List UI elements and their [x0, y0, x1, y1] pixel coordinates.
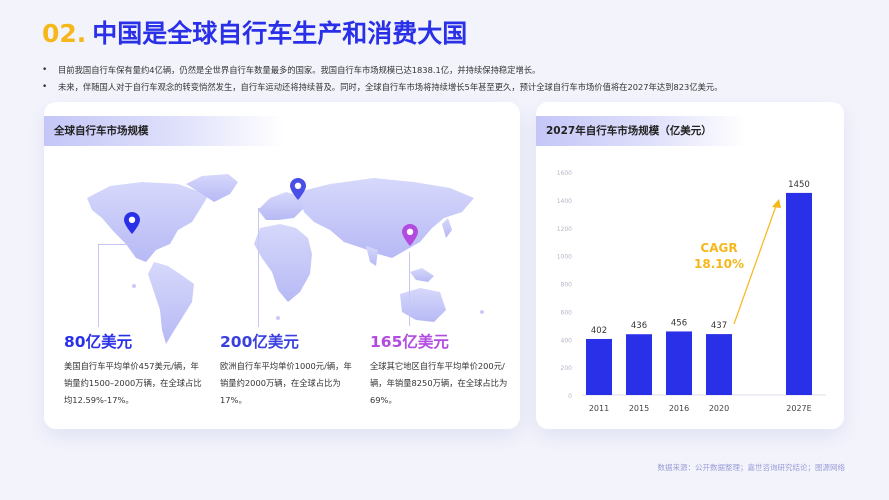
y-tick-label: 600 — [561, 309, 573, 316]
x-tick-label: 2020 — [709, 404, 729, 413]
stat-us: 80亿美元 美国自行车平均单价457美元/辆，年销量约1500–2000万辆，在… — [64, 330, 204, 409]
market-size-bar-chart: 0 200 400 600 800 1000 1200 1400 1600 402 2011 436 2… — [557, 170, 826, 413]
global-market-card-title: 全球自行车市场规模 — [44, 116, 284, 146]
x-tick-label: 2015 — [629, 404, 649, 413]
bar — [626, 334, 652, 395]
page-title: 02. 中国是全球自行车生产和消费大国 — [42, 14, 467, 50]
bar-value-label: 1450 — [788, 180, 810, 190]
eu-leader-line — [258, 208, 299, 327]
y-tick-label: 1400 — [557, 198, 572, 205]
y-tick-label: 1000 — [557, 254, 572, 261]
us-location-pin-icon — [124, 212, 140, 234]
bar — [586, 338, 612, 395]
stat-value: 200亿美元 — [220, 333, 299, 351]
cagr-label: CAGR — [700, 241, 737, 255]
stat-description: 全球其它地区自行车平均单价200元/辆，年销量8250万辆，在全球占比为69%。 — [370, 361, 508, 405]
y-tick-label: 1200 — [557, 226, 572, 233]
bar — [786, 192, 812, 395]
y-tick-label: 0 — [568, 393, 572, 400]
other-leader-line — [409, 252, 410, 326]
summary-bullets: 目前我国自行车保有量约4亿辆，仍然是全世界自行车数量最多的国家。我国自行车市场规… — [42, 62, 862, 96]
market-size-chart-card: 2027年自行车市场规模（亿美元） 0 200 400 600 800 1000 1200 1… — [536, 102, 844, 429]
bar-value-label: 402 — [591, 326, 607, 336]
stat-other: 165亿美元 全球其它地区自行车平均单价200元/辆，年销量8250万辆，在全球… — [370, 330, 510, 409]
data-source-note: 数据来源：公开数据整理；嘉世咨询研究结论；图源网络 — [657, 463, 846, 472]
global-market-card: 全球自行车市场规模 80亿美元 美国自行车平均单价457美元/辆，年销量约150… — [44, 102, 520, 429]
bar — [706, 334, 732, 395]
bar-value-label: 437 — [711, 321, 727, 331]
eu-location-pin-icon — [290, 178, 306, 200]
bar-value-label: 456 — [671, 318, 687, 328]
bar — [666, 331, 692, 395]
x-tick-label: 2016 — [669, 404, 689, 413]
bar-value-label: 436 — [631, 321, 647, 331]
cagr-value: 18.10% — [694, 257, 744, 271]
other-location-pin-icon — [402, 224, 418, 246]
chart-card-title: 2027年自行车市场规模（亿美元） — [536, 116, 746, 146]
x-tick-label: 2027E — [786, 404, 811, 413]
y-tick-label: 1600 — [557, 170, 572, 177]
us-leader-line — [98, 244, 129, 327]
stat-description: 欧洲自行车平均单价1000元/辆，年销量约2000万辆，在全球占比为17%。 — [220, 361, 352, 405]
y-tick-label: 800 — [561, 282, 573, 289]
bullet-item: 目前我国自行车保有量约4亿辆，仍然是全世界自行车数量最多的国家。我国自行车市场规… — [42, 62, 862, 79]
y-tick-label: 400 — [561, 337, 573, 344]
y-tick-label: 200 — [561, 365, 573, 372]
section-number: 02. — [42, 19, 87, 48]
stat-value: 165亿美元 — [370, 333, 449, 351]
stat-description: 美国自行车平均单价457美元/辆，年销量约1500–2000万辆，在全球占比均1… — [64, 361, 202, 405]
stat-value: 80亿美元 — [64, 333, 133, 351]
x-tick-label: 2011 — [589, 404, 609, 413]
cagr-arrow-head-icon — [772, 199, 781, 208]
stat-eu: 200亿美元 欧洲自行车平均单价1000元/辆，年销量约2000万辆，在全球占比… — [220, 330, 360, 409]
bullet-item: 未来，伴随国人对于自行车观念的转变悄然发生，自行车运动还将持续普及。同时，全球自… — [42, 79, 862, 96]
title-text: 中国是全球自行车生产和消费大国 — [92, 19, 468, 48]
